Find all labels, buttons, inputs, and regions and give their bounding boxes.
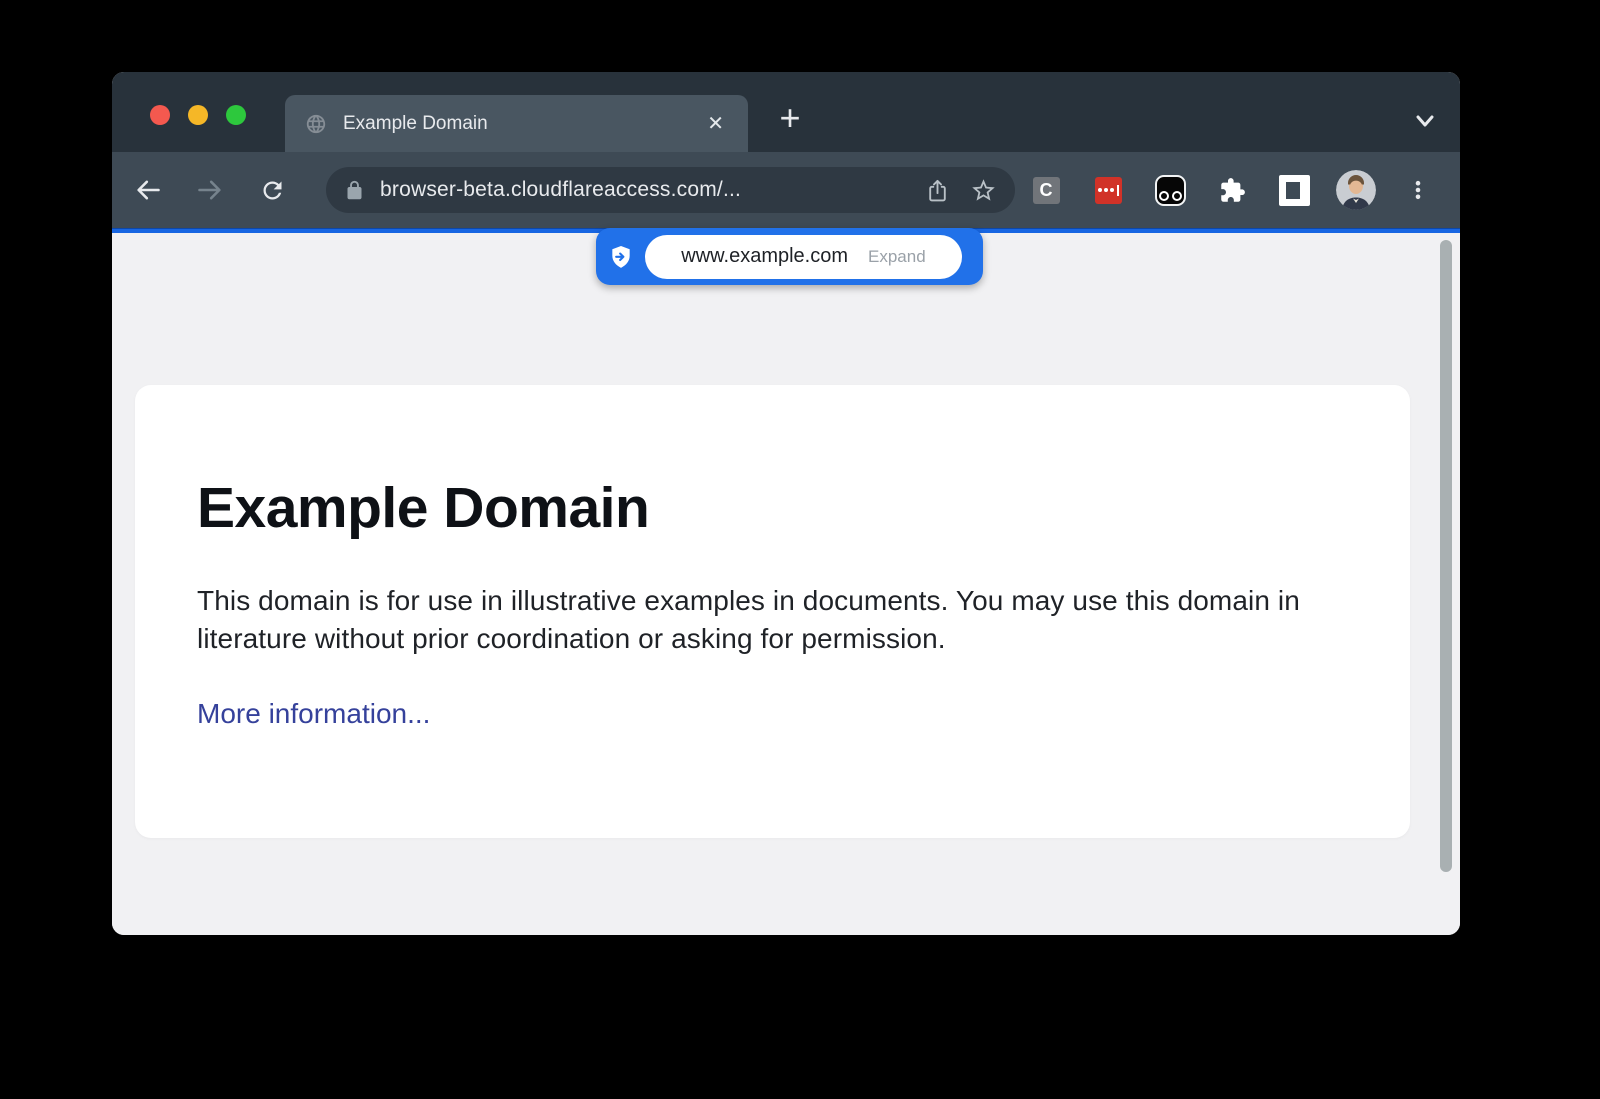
content-area: www.example.com Expand Example Domain Th…	[112, 233, 1460, 935]
scrollbar-thumb[interactable]	[1440, 240, 1452, 872]
profile-avatar[interactable]	[1325, 170, 1387, 210]
extension-c-icon: C	[1033, 177, 1060, 204]
browser-window: Example Domain ✕ + browser-beta.cloudfla…	[112, 72, 1460, 935]
extension-lastpass-button[interactable]	[1077, 177, 1139, 204]
close-window-button[interactable]	[150, 105, 170, 125]
back-button[interactable]	[128, 170, 168, 210]
address-bar[interactable]: browser-beta.cloudflareaccess.com/...	[326, 167, 1015, 213]
toolbar: browser-beta.cloudflareaccess.com/... C	[112, 152, 1460, 228]
goggles-icon	[1155, 175, 1186, 206]
tab-title: Example Domain	[343, 113, 703, 135]
side-panel-button[interactable]	[1263, 175, 1325, 206]
isolation-pill[interactable]: www.example.com Expand	[596, 228, 983, 285]
lastpass-icon	[1095, 177, 1122, 204]
more-information-link[interactable]: More information...	[197, 698, 430, 730]
page-card: Example Domain This domain is for use in…	[135, 385, 1410, 838]
extension-goggles-button[interactable]	[1139, 175, 1201, 206]
share-icon[interactable]	[925, 178, 950, 203]
extensions-puzzle-button[interactable]	[1201, 177, 1263, 204]
tab-search-chevron-icon[interactable]	[1412, 108, 1438, 139]
url-text: browser-beta.cloudflareaccess.com/...	[380, 178, 925, 202]
tab-close-icon[interactable]: ✕	[703, 110, 728, 138]
new-tab-button[interactable]: +	[768, 96, 812, 140]
tab-strip: Example Domain ✕ +	[112, 72, 1460, 152]
minimize-window-button[interactable]	[188, 105, 208, 125]
forward-button[interactable]	[190, 170, 230, 210]
globe-favicon-icon	[305, 113, 327, 135]
zoom-window-button[interactable]	[226, 105, 246, 125]
kebab-menu-icon	[1406, 178, 1430, 202]
shield-arrow-icon	[596, 244, 645, 270]
extensions-area: C	[1015, 170, 1449, 210]
puzzle-icon	[1219, 177, 1246, 204]
browser-menu-button[interactable]	[1387, 178, 1449, 202]
browser-tab[interactable]: Example Domain ✕	[285, 95, 748, 152]
page-paragraph: This domain is for use in illustrative e…	[197, 582, 1347, 658]
avatar	[1336, 170, 1376, 210]
isolation-domain-pill[interactable]: www.example.com Expand	[645, 235, 962, 279]
window-controls	[150, 105, 246, 125]
expand-button[interactable]: Expand	[868, 247, 926, 267]
reload-button[interactable]	[252, 170, 292, 210]
bookmark-star-icon[interactable]	[970, 177, 997, 204]
extension-c-button[interactable]: C	[1015, 177, 1077, 204]
side-panel-icon	[1279, 175, 1310, 206]
isolated-domain-text: www.example.com	[681, 245, 848, 268]
page-heading: Example Domain	[197, 477, 1348, 540]
lock-icon[interactable]	[344, 180, 365, 201]
